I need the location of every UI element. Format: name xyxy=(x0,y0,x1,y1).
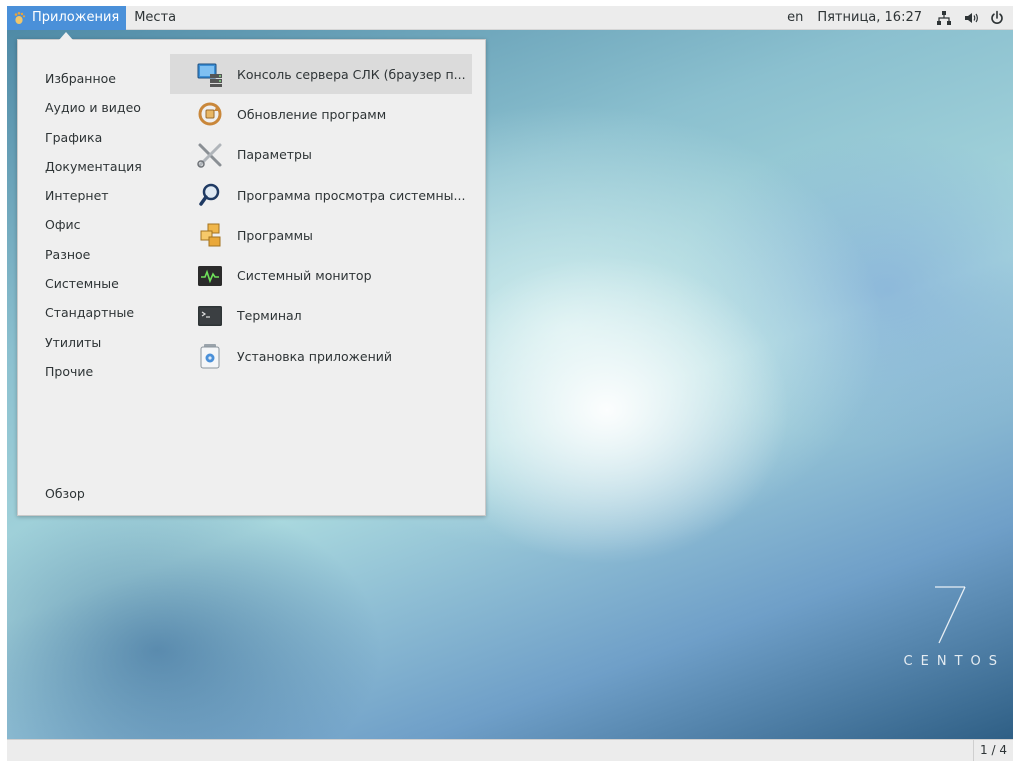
applications-menu-label: Приложения xyxy=(32,10,120,25)
volume-icon xyxy=(965,12,978,23)
applications-menu-button[interactable]: Приложения xyxy=(7,6,127,30)
app-item-label: Установка приложений xyxy=(237,348,393,364)
system-monitor-icon xyxy=(197,263,223,289)
terminal-icon xyxy=(197,303,223,329)
menu-pointer xyxy=(59,32,73,40)
network-icon xyxy=(937,10,951,25)
app-item-settings[interactable]: Параметры xyxy=(170,135,472,175)
category-sound-video[interactable]: Аудио и видео xyxy=(45,93,142,122)
bottom-panel: 1 / 4 xyxy=(7,739,1013,761)
app-item-software-update[interactable]: Обновление программ xyxy=(170,94,472,134)
category-internet[interactable]: Интернет xyxy=(45,181,142,210)
app-item-label: Терминал xyxy=(237,308,302,324)
application-list: Консоль сервера СЛК (браузер п... Обновл… xyxy=(170,54,472,376)
category-other[interactable]: Прочие xyxy=(45,357,142,386)
app-item-label: Программы xyxy=(237,227,313,243)
keyboard-layout-indicator[interactable]: en xyxy=(780,10,810,25)
app-item-package-installer[interactable]: Установка приложений xyxy=(170,336,472,376)
network-button[interactable] xyxy=(929,10,959,26)
app-item-label: Консоль сервера СЛК (браузер п... xyxy=(237,66,466,82)
app-item-label: Системный монитор xyxy=(237,268,372,284)
applications-menu: Избранное Аудио и видео Графика Документ… xyxy=(17,39,486,516)
places-menu-button[interactable]: Места xyxy=(126,10,184,25)
app-item-label: Параметры xyxy=(237,147,312,163)
clock[interactable]: Пятница, 16:27 xyxy=(810,10,929,25)
power-button[interactable] xyxy=(983,10,1013,26)
settings-tools-icon xyxy=(197,142,223,168)
app-item-terminal[interactable]: Терминал xyxy=(170,296,472,336)
package-installer-icon xyxy=(197,343,223,369)
app-item-server-console[interactable]: Консоль сервера СЛК (браузер п... xyxy=(170,54,472,95)
volume-button[interactable] xyxy=(959,10,983,26)
workspace-indicator[interactable]: 1 / 4 xyxy=(973,740,1013,761)
category-graphics[interactable]: Графика xyxy=(45,123,142,152)
category-system[interactable]: Системные xyxy=(45,269,142,298)
centos-logo-text: CENTOS xyxy=(903,654,1005,669)
log-viewer-icon xyxy=(197,182,223,208)
app-item-label: Обновление программ xyxy=(237,106,387,122)
category-accessories[interactable]: Стандартные xyxy=(45,298,142,327)
app-item-system-monitor[interactable]: Системный монитор xyxy=(170,255,472,295)
gnome-foot-icon xyxy=(14,11,26,24)
category-favorites[interactable]: Избранное xyxy=(45,64,142,93)
category-utilities[interactable]: Утилиты xyxy=(45,328,142,357)
software-icon xyxy=(197,222,223,248)
centos-logo-seven xyxy=(935,586,966,644)
app-item-software[interactable]: Программы xyxy=(170,215,472,255)
category-list: Избранное Аудио и видео Графика Документ… xyxy=(45,64,142,386)
software-update-icon xyxy=(197,101,223,127)
screen: CENTOS Приложения Места en Пятница, 16:2… xyxy=(7,6,1013,761)
category-documentation[interactable]: Документация xyxy=(45,152,142,181)
server-console-icon xyxy=(197,61,223,88)
category-misc[interactable]: Разное xyxy=(45,240,142,269)
category-office[interactable]: Офис xyxy=(45,210,142,239)
top-panel: Приложения Места en Пятница, 16:27 xyxy=(7,6,1013,30)
app-item-log-viewer[interactable]: Программа просмотра системны... xyxy=(170,175,472,215)
app-item-label: Программа просмотра системны... xyxy=(237,187,466,203)
activities-overview-link[interactable]: Обзор xyxy=(45,486,85,501)
power-icon xyxy=(991,10,1003,24)
